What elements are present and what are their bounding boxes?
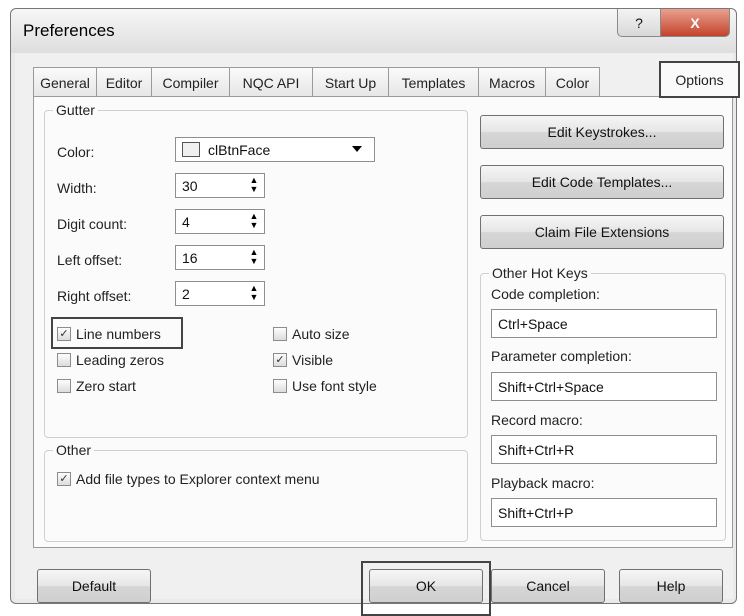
parameter-completion-label: Parameter completion:	[491, 348, 632, 364]
other-hot-keys-group: Other Hot Keys Code completion: Ctrl+Spa…	[480, 265, 726, 541]
edit-code-templates-button[interactable]: Edit Code Templates...	[480, 165, 724, 199]
code-completion-label: Code completion:	[491, 286, 600, 302]
other-group: Other ✓ Add file types to Explorer conte…	[44, 442, 468, 542]
record-macro-label: Record macro:	[491, 412, 583, 428]
close-button[interactable]: X	[660, 9, 730, 37]
checkbox-box[interactable]	[57, 353, 71, 367]
auto-size-checkbox[interactable]: Auto size	[273, 326, 350, 342]
spin-arrows-icon[interactable]: ▲ ▼	[248, 284, 260, 304]
right-offset-label: Right offset:	[57, 288, 132, 304]
tab-nqc-api[interactable]: NQC API	[229, 67, 313, 97]
spin-arrows-icon[interactable]: ▲ ▼	[248, 176, 260, 196]
width-spinner[interactable]: 30 ▲ ▼	[175, 173, 265, 198]
add-file-types-checkbox[interactable]: ✓ Add file types to Explorer context men…	[57, 471, 320, 487]
tab-color[interactable]: Color	[545, 67, 600, 97]
checkbox-box[interactable]: ✓	[57, 327, 71, 341]
tab-options[interactable]: Options	[659, 61, 740, 98]
cancel-button[interactable]: Cancel	[491, 569, 605, 603]
checkbox-box[interactable]	[57, 379, 71, 393]
spin-arrows-icon[interactable]: ▲ ▼	[248, 212, 260, 232]
tab-compiler[interactable]: Compiler	[151, 67, 230, 97]
playback-macro-field[interactable]: Shift+Ctrl+P	[491, 498, 717, 527]
digit-count-label: Digit count:	[57, 216, 128, 232]
title-bar: Preferences ? X	[11, 9, 736, 53]
hot-keys-legend: Other Hot Keys	[489, 265, 591, 281]
use-font-style-checkbox[interactable]: Use font style	[273, 378, 377, 394]
width-value: 30	[182, 177, 198, 194]
default-button[interactable]: Default	[37, 569, 151, 603]
playback-macro-label: Playback macro:	[491, 475, 595, 491]
code-completion-field[interactable]: Ctrl+Space	[491, 309, 717, 338]
line-numbers-label: Line numbers	[76, 326, 161, 342]
right-offset-value: 2	[182, 285, 190, 302]
line-numbers-checkbox[interactable]: ✓ Line numbers	[57, 326, 161, 342]
edit-keystrokes-button[interactable]: Edit Keystrokes...	[480, 115, 724, 149]
chevron-down-icon[interactable]	[352, 146, 362, 152]
color-value: clBtnFace	[208, 141, 271, 158]
visible-checkbox[interactable]: ✓ Visible	[273, 352, 333, 368]
left-offset-spinner[interactable]: 16 ▲ ▼	[175, 245, 265, 270]
tab-templates[interactable]: Templates	[388, 67, 479, 97]
help-button[interactable]: Help	[619, 569, 723, 603]
left-offset-value: 16	[182, 249, 198, 266]
zero-start-label: Zero start	[76, 378, 136, 394]
color-combo[interactable]: clBtnFace	[175, 137, 375, 162]
width-label: Width:	[57, 180, 97, 196]
checkbox-box[interactable]: ✓	[273, 353, 287, 367]
visible-label: Visible	[292, 352, 333, 368]
digit-count-spinner[interactable]: 4 ▲ ▼	[175, 209, 265, 234]
gutter-group: Gutter Color: clBtnFace Width: 30 ▲ ▼ Dig…	[44, 102, 468, 438]
parameter-completion-field[interactable]: Shift+Ctrl+Space	[491, 372, 717, 401]
checkbox-box[interactable]	[273, 327, 287, 341]
checkbox-box[interactable]	[273, 379, 287, 393]
claim-file-extensions-button[interactable]: Claim File Extensions	[480, 215, 724, 249]
right-offset-spinner[interactable]: 2 ▲ ▼	[175, 281, 265, 306]
record-macro-field[interactable]: Shift+Ctrl+R	[491, 435, 717, 464]
leading-zeros-label: Leading zeros	[76, 352, 164, 368]
preferences-dialog: Preferences ? X General Editor Compiler …	[10, 8, 740, 616]
digit-count-value: 4	[182, 213, 190, 230]
other-legend: Other	[53, 442, 95, 458]
options-tab-panel: Gutter Color: clBtnFace Width: 30 ▲ ▼ Dig…	[33, 96, 733, 548]
tab-editor[interactable]: Editor	[96, 67, 152, 97]
color-swatch	[182, 142, 200, 157]
tab-start-up[interactable]: Start Up	[312, 67, 389, 97]
gutter-legend: Gutter	[53, 102, 98, 118]
auto-size-label: Auto size	[292, 326, 350, 342]
use-font-style-label: Use font style	[292, 378, 377, 394]
tab-general[interactable]: General	[33, 67, 97, 97]
checkbox-box[interactable]: ✓	[57, 472, 71, 486]
dialog-client: General Editor Compiler NQC API Start Up…	[15, 53, 740, 616]
tab-macros[interactable]: Macros	[478, 67, 546, 97]
close-icon: X	[690, 14, 700, 31]
help-caption-button[interactable]: ?	[617, 9, 661, 37]
add-file-types-label: Add file types to Explorer context menu	[76, 471, 320, 487]
ok-button[interactable]: OK	[369, 569, 483, 603]
zero-start-checkbox[interactable]: Zero start	[57, 378, 136, 394]
window-title: Preferences	[23, 21, 115, 40]
spin-arrows-icon[interactable]: ▲ ▼	[248, 248, 260, 268]
color-label: Color:	[57, 144, 95, 160]
question-icon: ?	[635, 14, 643, 31]
left-offset-label: Left offset:	[57, 252, 123, 268]
leading-zeros-checkbox[interactable]: Leading zeros	[57, 352, 164, 368]
